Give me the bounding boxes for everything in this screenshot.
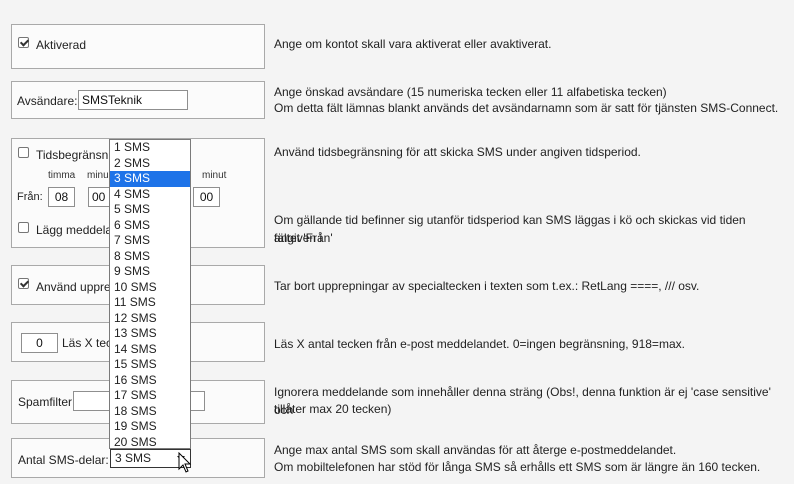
queue-label: Lägg meddela [36,223,113,237]
dropdown-option[interactable]: 17 SMS [110,388,190,404]
from-minute-input[interactable]: 00 [88,187,110,207]
dropdown-option[interactable]: 3 SMS [110,171,190,187]
mouse-pointer-icon [178,452,192,473]
spamfilter-description-2: tillåter max 20 tecken) [274,402,392,416]
dropdown-option[interactable]: 16 SMS [110,373,190,389]
repetitions-description: Tar bort upprepningar av specialtecken i… [274,279,700,293]
sender-label: Avsändare: [17,94,78,108]
hour-label: timma [48,170,76,181]
activated-checkbox[interactable] [18,37,29,48]
dropdown-option[interactable]: 7 SMS [110,233,190,249]
minute-label-left: minu [87,170,109,181]
sms-parts-dropdown-list[interactable]: 1 SMS 2 SMS 3 SMS 4 SMS 5 SMS 6 SMS 7 SMS 8 SMS… [109,139,191,449]
dropdown-option[interactable]: 18 SMS [110,404,190,420]
time-limit-description: Använd tidsbegränsning för att skicka SM… [274,145,641,159]
sms-parts-selected-value: 3 SMS [115,451,152,465]
dropdown-option[interactable]: 12 SMS [110,311,190,327]
dropdown-option[interactable]: 1 SMS [110,140,190,156]
dropdown-option[interactable]: 4 SMS [110,187,190,203]
read-chars-description: Läs X antal tecken från e-post meddeland… [274,337,685,351]
dropdown-option[interactable]: 9 SMS [110,264,190,280]
sender-description-2: Om detta fält lämnas blankt används det … [274,101,779,115]
queue-description-2: fältet 'Från' [274,231,333,245]
dropdown-option[interactable]: 13 SMS [110,326,190,342]
dropdown-option[interactable]: 20 SMS [110,435,190,451]
activated-description: Ange om kontot skall vara aktiverat elle… [274,37,552,51]
spamfilter-label: Spamfilter [18,395,73,409]
time-limit-checkbox[interactable] [18,147,29,158]
read-chars-input[interactable]: 0 [21,333,58,353]
dropdown-option[interactable]: 14 SMS [110,342,190,358]
sms-parts-label: Antal SMS-delar: [18,453,109,467]
sms-parts-description-1: Ange max antal SMS som skall användas fö… [274,443,677,457]
to-minute-input[interactable]: 00 [193,187,220,207]
from-hour-input[interactable]: 08 [48,187,75,207]
sms-parts-description-2: Om mobiltelefonen har stöd för långa SMS… [274,460,761,474]
repetitions-label: Använd uppre [36,280,111,294]
queue-checkbox[interactable] [18,222,29,233]
minute-label-right: minut [202,170,227,181]
dropdown-option[interactable]: 2 SMS [110,156,190,172]
dropdown-option[interactable]: 11 SMS [110,295,190,311]
dropdown-option[interactable]: 8 SMS [110,249,190,265]
read-chars-label: Läs X tec [62,336,113,350]
activated-panel: Aktiverad [11,24,265,69]
dropdown-option[interactable]: 5 SMS [110,202,190,218]
repetitions-checkbox[interactable] [18,278,29,289]
dropdown-option[interactable]: 6 SMS [110,218,190,234]
sender-panel: Avsändare: SMSTeknik [11,81,265,119]
from-label: Från: [17,191,43,203]
dropdown-option[interactable]: 19 SMS [110,419,190,435]
dropdown-option[interactable]: 15 SMS [110,357,190,373]
activated-label: Aktiverad [36,38,87,52]
sender-input[interactable]: SMSTeknik [78,90,188,110]
time-limit-label: Tidsbegränsni [36,148,111,162]
dropdown-option[interactable]: 10 SMS [110,280,190,296]
